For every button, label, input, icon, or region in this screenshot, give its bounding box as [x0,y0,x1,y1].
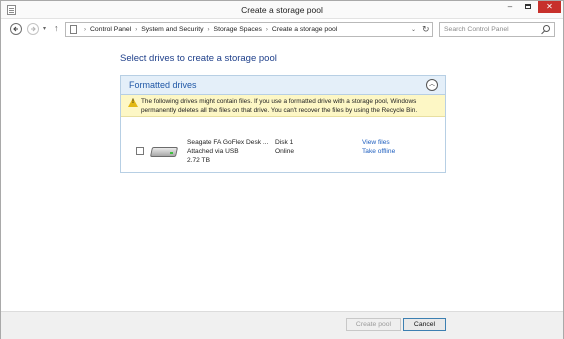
maximize-icon [525,4,531,10]
cancel-button[interactable]: Cancel [403,318,446,331]
title-bar: Create a storage pool ‒ ✕ [1,1,563,19]
breadcrumb-separator[interactable]: › [266,27,268,33]
breadcrumb-control-panel[interactable]: Control Panel [90,26,131,33]
recent-locations-button[interactable]: ▾ [43,25,46,32]
drive-size: 2.72 TB [187,157,210,164]
section-title: Formatted drives [129,80,197,90]
close-button[interactable]: ✕ [538,1,561,13]
collapse-button[interactable]: ︿ [426,79,438,91]
refresh-button[interactable]: ↻ [422,24,430,35]
warning-text: The following drives might contain files… [141,98,418,114]
drive-status: Online [275,148,295,155]
drive-light [170,152,173,154]
hard-drive-icon [149,144,179,158]
back-button[interactable] [10,23,22,35]
navigation-bar: ▾ ↑ › Control Panel › System and Security › S… [1,20,563,39]
breadcrumb-storage-spaces[interactable]: Storage Spaces [214,26,262,33]
control-panel-icon [70,25,77,34]
breadcrumb-create-storage-pool[interactable]: Create a storage pool [272,26,337,33]
dialog-footer: Create pool Cancel [1,311,563,339]
drive-disk-number: Disk 1 [275,139,294,146]
maximize-button[interactable] [519,1,537,13]
storage-pool-window: Create a storage pool ‒ ✕ ▾ ↑ › Control P… [0,0,564,339]
warning-icon [128,98,138,107]
page-title: Select drives to create a storage pool [120,53,277,64]
create-pool-button[interactable]: Create pool [346,318,401,331]
search-placeholder: Search Control Panel [444,26,509,33]
minimize-button[interactable]: ‒ [501,1,519,13]
forward-button[interactable] [27,23,39,35]
drive-row: Seagate FA GoFlex Desk ... Attached via … [121,117,445,172]
breadcrumb-system-and-security[interactable]: System and Security [141,26,203,33]
breadcrumb: › Control Panel › System and Security › Stora… [80,26,337,33]
drive-checkbox[interactable] [136,147,144,155]
formatted-drives-panel: Formatted drives ︿ The following drives … [120,75,446,173]
breadcrumb-separator[interactable]: › [135,27,137,33]
up-button[interactable]: ↑ [54,23,59,33]
warning-banner: The following drives might contain files… [121,95,445,117]
forward-arrow-icon [31,26,36,32]
window-title: Create a storage pool [241,5,323,15]
search-input[interactable]: Search Control Panel [439,22,555,37]
address-dropdown-button[interactable]: ⌄ [411,26,416,33]
section-header[interactable]: Formatted drives ︿ [121,76,445,95]
view-files-link[interactable]: View files [362,139,390,146]
breadcrumb-separator[interactable]: › [208,27,210,33]
search-icon[interactable] [543,25,550,32]
breadcrumb-separator: › [84,27,86,33]
back-arrow-icon [13,26,18,32]
drive-connection: Attached via USB [187,148,239,155]
take-offline-link[interactable]: Take offline [362,148,395,155]
drive-body [149,147,179,157]
address-bar[interactable]: › Control Panel › System and Security › Stora… [65,22,433,37]
drive-name: Seagate FA GoFlex Desk ... [187,139,269,146]
